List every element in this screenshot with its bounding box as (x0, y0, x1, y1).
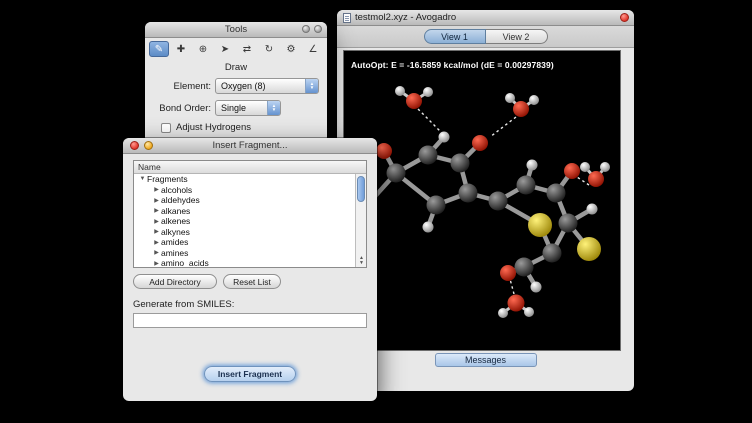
chevron-right-icon[interactable]: ▶ (152, 186, 161, 193)
tool-strip: ✎ ✚ ⊕ ➤ ⇄ ↻ ⚙ ∠ (149, 41, 323, 58)
chevron-right-icon[interactable]: ▶ (152, 239, 161, 246)
smiles-label: Generate from SMILES: (133, 299, 234, 310)
chevron-right-icon[interactable]: ▶ (152, 207, 161, 214)
element-dropdown-value: Oxygen (8) (216, 81, 305, 91)
scrollbar-thumb[interactable] (357, 176, 365, 202)
main-window-title: testmol2.xyz - Avogadro (355, 12, 456, 23)
auto-optimize-tool-icon[interactable]: ⚙ (281, 41, 301, 57)
tree-item-label: alkanes (161, 206, 190, 216)
molecule-3d-render[interactable] (344, 51, 620, 350)
main-window-titlebar[interactable]: testmol2.xyz - Avogadro (337, 10, 634, 26)
tab-view-2-label: View 2 (503, 32, 530, 42)
tree-item-alkanes[interactable]: ▶ alkanes (134, 206, 355, 217)
smiles-input[interactable] (133, 313, 367, 328)
add-directory-button-label: Add Directory (149, 277, 201, 287)
close-icon[interactable] (314, 25, 322, 33)
bond-order-label: Bond Order: (149, 103, 215, 114)
avogadro-main-window: testmol2.xyz - Avogadro View 1 View 2 Au… (337, 10, 634, 391)
bond-order-dropdown-value: Single (216, 103, 267, 113)
tree-item-amides[interactable]: ▶ amides (134, 237, 355, 248)
chevron-right-icon[interactable]: ▶ (152, 249, 161, 256)
list-scrollbar[interactable]: ▲▼ (355, 174, 366, 267)
chevron-right-icon[interactable]: ▶ (152, 228, 161, 235)
close-icon[interactable] (130, 141, 139, 150)
chevron-down-icon[interactable]: ▼ (138, 176, 147, 182)
minimize-icon[interactable] (144, 141, 153, 150)
tree-item-fragments[interactable]: ▼ Fragments (134, 174, 355, 185)
tools-window-title: Tools (145, 24, 327, 35)
adjust-hydrogens-checkbox[interactable] (161, 123, 171, 133)
manipulate-tool-glyph: ⇄ (243, 44, 251, 55)
tree-item-alkenes[interactable]: ▶ alkenes (134, 216, 355, 227)
bond-centric-tool-glyph: ⊕ (199, 44, 207, 55)
manipulate-tool-icon[interactable]: ⇄ (237, 41, 257, 57)
draw-tool-icon[interactable]: ✎ (149, 41, 169, 57)
dropdown-arrows-icon: ▲▼ (305, 79, 318, 93)
fragment-window-titlebar[interactable]: Insert Fragment... (123, 138, 377, 154)
tab-view-1-label: View 1 (441, 32, 468, 42)
reset-list-button[interactable]: Reset List (223, 274, 281, 289)
add-directory-button[interactable]: Add Directory (133, 274, 217, 289)
chevron-right-icon[interactable]: ▶ (152, 197, 161, 204)
tree-item-label: alkenes (161, 216, 190, 226)
selection-tool-glyph: ➤ (221, 44, 229, 55)
tree-item-amino-acids[interactable]: ▶ amino_acids (134, 258, 355, 267)
scrollbar-arrows-icon[interactable]: ▲▼ (356, 256, 366, 266)
reset-list-button-label: Reset List (233, 277, 271, 287)
tree-item-alkynes[interactable]: ▶ alkynes (134, 227, 355, 238)
auto-optimize-tool-glyph: ⚙ (287, 44, 296, 55)
draw-tool-glyph: ✎ (155, 44, 163, 55)
insert-fragment-window: Insert Fragment... Name ▼ Fragments ▶ al… (123, 138, 377, 401)
element-label: Element: (149, 81, 215, 92)
view-tab-bar: View 1 View 2 (337, 26, 634, 48)
messages-button[interactable]: Messages (435, 353, 537, 367)
bond-centric-tool-icon[interactable]: ⊕ (193, 41, 213, 57)
fragment-list: Name ▼ Fragments ▶ alcohols ▶ aldehydes … (133, 160, 367, 268)
measure-tool-glyph: ∠ (309, 44, 318, 55)
fragment-list-body: ▼ Fragments ▶ alcohols ▶ aldehydes ▶ alk… (134, 174, 366, 267)
chevron-right-icon[interactable]: ▶ (152, 260, 161, 267)
tree-item-label: alkynes (161, 227, 190, 237)
tree-item-alcohols[interactable]: ▶ alcohols (134, 185, 355, 196)
selection-tool-icon[interactable]: ➤ (215, 41, 235, 57)
tools-window-titlebar[interactable]: Tools (145, 22, 327, 38)
insert-fragment-button[interactable]: Insert Fragment (204, 366, 296, 382)
tree-item-label: alcohols (161, 185, 192, 195)
insert-fragment-button-label: Insert Fragment (218, 369, 282, 379)
messages-button-label: Messages (465, 355, 506, 365)
auto-rotate-tool-glyph: ↻ (265, 44, 273, 55)
navigate-tool-icon[interactable]: ✚ (171, 41, 191, 57)
active-tool-title: Draw (145, 62, 327, 73)
tree-item-aldehydes[interactable]: ▶ aldehydes (134, 195, 355, 206)
bond-order-dropdown[interactable]: Single ▲▼ (215, 100, 281, 116)
element-dropdown[interactable]: Oxygen (8) ▲▼ (215, 78, 319, 94)
fragment-window-title: Insert Fragment... (123, 140, 377, 151)
tab-view-1[interactable]: View 1 (424, 29, 486, 44)
navigate-tool-glyph: ✚ (177, 44, 185, 55)
auto-rotate-tool-icon[interactable]: ↻ (259, 41, 279, 57)
tree-item-label: Fragments (147, 174, 188, 184)
chevron-right-icon[interactable]: ▶ (152, 218, 161, 225)
tree-item-label: aldehydes (161, 195, 200, 205)
tab-view-2[interactable]: View 2 (486, 29, 548, 44)
tree-item-label: amines (161, 248, 188, 258)
autoopt-status-text: AutoOpt: E = -16.5859 kcal/mol (dE = 0.0… (351, 60, 554, 70)
tree-item-amines[interactable]: ▶ amines (134, 248, 355, 259)
molecule-viewport[interactable]: AutoOpt: E = -16.5859 kcal/mol (dE = 0.0… (343, 50, 621, 351)
close-icon[interactable] (620, 13, 629, 22)
fragment-list-header[interactable]: Name (134, 161, 366, 174)
minimize-icon[interactable] (302, 25, 310, 33)
document-icon (343, 13, 351, 23)
tree-item-label: amino_acids (161, 258, 209, 267)
tools-window: Tools ✎ ✚ ⊕ ➤ ⇄ ↻ ⚙ ∠ Draw Element: Oxyg… (145, 22, 327, 143)
tree-item-label: amides (161, 237, 188, 247)
adjust-hydrogens-label: Adjust Hydrogens (176, 122, 251, 133)
fragment-list-header-label: Name (138, 162, 161, 172)
measure-tool-icon[interactable]: ∠ (303, 41, 323, 57)
dropdown-arrows-icon: ▲▼ (267, 101, 280, 115)
